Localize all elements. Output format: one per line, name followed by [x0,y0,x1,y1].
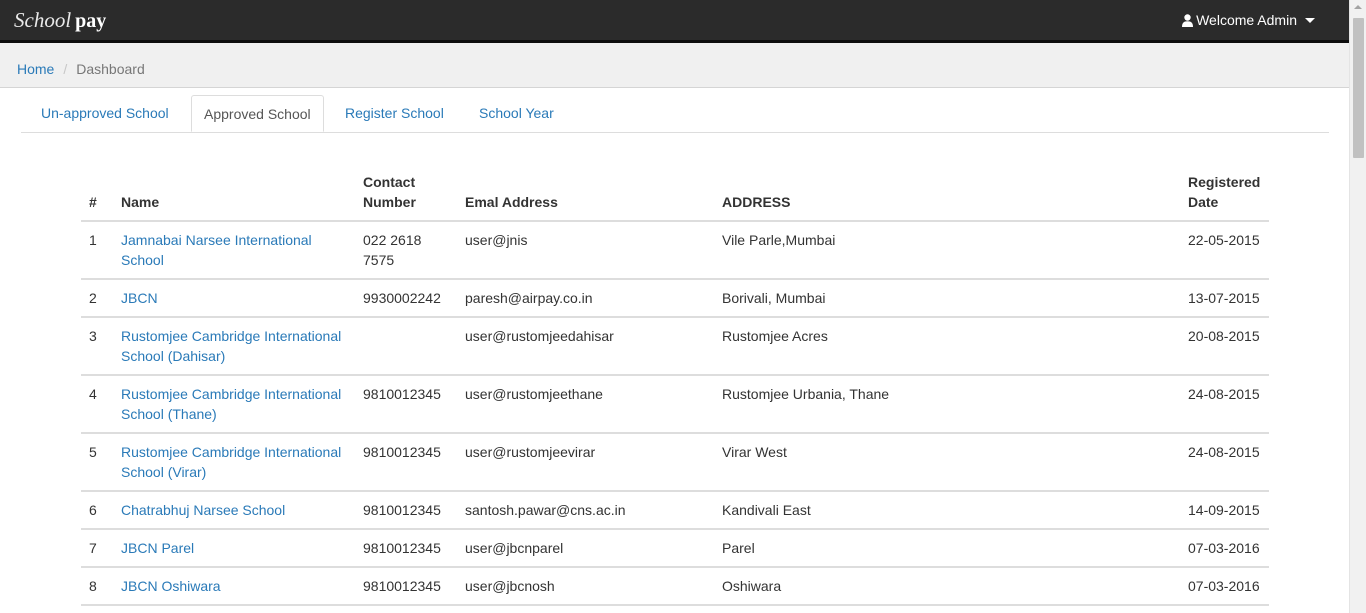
cell-date: 24-08-2015 [1180,375,1269,434]
breadcrumb-home-link[interactable]: Home [17,61,54,77]
header-email-address: Emal Address [457,168,714,222]
cell-address: Virar West [714,433,1180,492]
table-row: 6 Chatrabhuj Narsee School 9810012345 sa… [81,491,1269,530]
cell-num: 5 [81,433,113,492]
cell-email: user@jbcnparel [457,529,714,568]
cell-address: Rustomjee Acres [714,317,1180,376]
cell-num: 2 [81,279,113,318]
approved-schools-table: # Name Contact Number Emal Address ADDRE… [81,168,1269,606]
table-row: 7 JBCN Parel 9810012345 user@jbcnparel P… [81,529,1269,568]
cell-name: Rustomjee Cambridge International School… [113,433,355,492]
user-menu-dropdown[interactable]: Welcome Admin [1182,12,1315,28]
school-name-link[interactable]: JBCN Parel [121,540,194,556]
school-name-link[interactable]: Rustomjee Cambridge International School… [121,328,341,364]
scrollbar-thumb[interactable] [1353,18,1364,158]
cell-num: 8 [81,567,113,606]
cell-name: JBCN [113,279,355,318]
cell-num: 1 [81,221,113,280]
cell-contact: 022 2618 7575 [355,221,457,280]
cell-address: Vile Parle,Mumbai [714,221,1180,280]
top-navbar: School pay Welcome Admin [0,0,1349,43]
cell-num: 4 [81,375,113,434]
tab-register-school[interactable]: Register School [333,95,456,131]
cell-email: user@rustomjeethane [457,375,714,434]
header-name: Name [113,168,355,222]
cell-date: 24-08-2015 [1180,433,1269,492]
cell-name: Rustomjee Cambridge International School… [113,317,355,376]
cell-name: JBCN Parel [113,529,355,568]
cell-email: user@jnis [457,221,714,280]
cell-date: 13-07-2015 [1180,279,1269,318]
header-registered-date: Registered Date [1180,168,1269,222]
breadcrumb-bar: Home / Dashboard [0,43,1349,88]
approved-schools-table-wrap: # Name Contact Number Emal Address ADDRE… [81,168,1269,606]
table-row: 2 JBCN 9930002242 paresh@airpay.co.in Bo… [81,279,1269,318]
user-icon [1182,13,1194,27]
cell-contact [355,317,457,376]
school-name-link[interactable]: Rustomjee Cambridge International School… [121,444,341,480]
cell-date: 20-08-2015 [1180,317,1269,376]
cell-date: 07-03-2016 [1180,567,1269,606]
cell-num: 6 [81,491,113,530]
brand-school-text: School [14,8,72,32]
scroll-up-arrow-icon[interactable] [1354,5,1362,9]
cell-contact: 9810012345 [355,567,457,606]
cell-address: Kandivali East [714,491,1180,530]
cell-email: user@jbcnosh [457,567,714,606]
school-tabs: Un-approved School Approved School Regis… [21,95,1329,133]
cell-date: 07-03-2016 [1180,529,1269,568]
cell-contact: 9930002242 [355,279,457,318]
cell-address: Rustomjee Urbania, Thane [714,375,1180,434]
cell-email: user@rustomjeevirar [457,433,714,492]
cell-address: Parel [714,529,1180,568]
cell-name: Rustomjee Cambridge International School… [113,375,355,434]
table-row: 8 JBCN Oshiwara 9810012345 user@jbcnosh … [81,567,1269,606]
tab-unapproved-school[interactable]: Un-approved School [29,95,181,131]
caret-down-icon [1305,17,1315,23]
cell-contact: 9810012345 [355,375,457,434]
user-menu-label: Welcome Admin [1196,12,1297,28]
school-name-link[interactable]: Chatrabhuj Narsee School [121,502,285,518]
brand-pay-text: pay [75,10,107,32]
cell-contact: 9810012345 [355,529,457,568]
breadcrumb-current: Dashboard [76,61,145,77]
table-row: 3 Rustomjee Cambridge International Scho… [81,317,1269,376]
table-header-row: # Name Contact Number Emal Address ADDRE… [81,168,1269,222]
cell-email: user@rustomjeedahisar [457,317,714,376]
cell-name: Chatrabhuj Narsee School [113,491,355,530]
cell-num: 3 [81,317,113,376]
header-address: ADDRESS [714,168,1180,222]
cell-contact: 9810012345 [355,433,457,492]
school-name-link[interactable]: JBCN [121,290,158,306]
brand-logo[interactable]: School pay [14,8,106,33]
cell-num: 7 [81,529,113,568]
cell-date: 22-05-2015 [1180,221,1269,280]
breadcrumb: Home / Dashboard [17,61,145,77]
cell-email: paresh@airpay.co.in [457,279,714,318]
school-name-link[interactable]: Rustomjee Cambridge International School… [121,386,341,422]
school-name-link[interactable]: Jamnabai Narsee International School [121,232,312,268]
cell-address: Borivali, Mumbai [714,279,1180,318]
header-num: # [81,168,113,222]
cell-date: 14-09-2015 [1180,491,1269,530]
cell-contact: 9810012345 [355,491,457,530]
cell-email: santosh.pawar@cns.ac.in [457,491,714,530]
cell-name: JBCN Oshiwara [113,567,355,606]
tab-approved-school[interactable]: Approved School [191,95,324,132]
table-row: 4 Rustomjee Cambridge International Scho… [81,375,1269,434]
tab-school-year[interactable]: School Year [467,95,566,131]
page-scrollbar[interactable] [1349,0,1366,613]
breadcrumb-separator: / [63,61,68,77]
cell-address: Oshiwara [714,567,1180,606]
school-name-link[interactable]: JBCN Oshiwara [121,578,221,594]
header-contact-number: Contact Number [355,168,457,222]
cell-name: Jamnabai Narsee International School [113,221,355,280]
table-row: 5 Rustomjee Cambridge International Scho… [81,433,1269,492]
table-row: 1 Jamnabai Narsee International School 0… [81,221,1269,280]
